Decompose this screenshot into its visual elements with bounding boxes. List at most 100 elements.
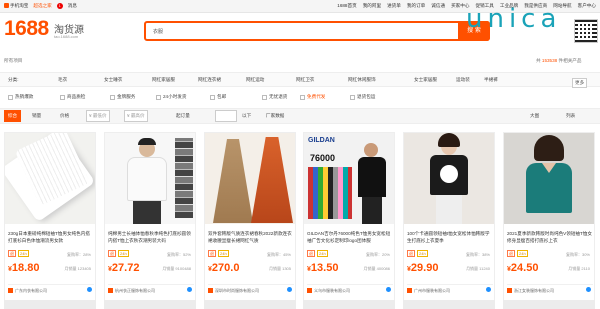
top-nav-link[interactable]: 客户中心 [578, 3, 596, 9]
product-card[interactable]: 纯棉男士长袖体恤春秋季纯色打底衫圆领内搭T恤上衣秋衣潮男装大码退 24h 复购率：5… [104, 132, 196, 309]
chat-icon[interactable] [486, 287, 491, 292]
view-list-button[interactable]: 列表 [566, 113, 575, 119]
checkbox-icon [156, 94, 161, 100]
sort-min-order[interactable]: 起订量 [176, 113, 190, 119]
price-value: 29.90 [410, 262, 439, 274]
chat-icon[interactable] [287, 287, 292, 292]
mobile-taobao-link[interactable]: 手机淘宝 [4, 3, 28, 9]
next-row-card [204, 300, 296, 309]
store-name[interactable]: 浙江女装服饰有限公司 [507, 284, 593, 294]
product-image[interactable] [404, 133, 494, 224]
breadcrumb[interactable]: 所有项目 [4, 58, 22, 64]
top-nav-link[interactable]: 我的阿里 [363, 3, 381, 9]
product-card[interactable]: 双件套韩版气质连衣裙春秋2022新款连衣裙收腰显瘦长裙网红气质退 24h 复购率：4… [204, 132, 296, 309]
view-grid-button[interactable]: 大图 [530, 113, 539, 119]
category-item[interactable]: 网红休闲服饰 [348, 77, 376, 83]
service-badge: 退 [407, 250, 415, 257]
product-title[interactable]: 纯棉男士长袖体恤春秋季纯色打底衫圆领内搭T恤上衣秋衣潮男装大码 [108, 230, 194, 244]
category-item[interactable]: 毛衣 [58, 77, 67, 83]
service-badge: 24h [18, 250, 29, 257]
notification-badge: 1 [56, 3, 63, 9]
filter-checkbox[interactable]: 退货包运 [350, 94, 375, 100]
chat-icon[interactable] [386, 287, 391, 292]
product-image[interactable] [5, 133, 95, 224]
service-badge: 退 [8, 250, 16, 257]
filter-label: 无忧退货 [269, 94, 288, 99]
unica-watermark: unica [466, 4, 561, 34]
category-item[interactable]: 半裙裤 [484, 77, 498, 83]
product-title[interactable]: 230g日本重磅纯棉短袖T恤男女纯色内搭打底衫白色体恤潮流男女款 [8, 230, 94, 244]
price-value: 13.50 [310, 262, 339, 274]
product-image[interactable]: GILDAN 76000 [304, 133, 394, 224]
category-item[interactable]: 女士睡衣 [104, 77, 122, 83]
min-order-input[interactable] [215, 110, 237, 122]
store-icon [507, 288, 512, 294]
store-name[interactable]: 广州市服装有限公司 [407, 284, 493, 294]
gildan-logo: GILDAN [308, 137, 335, 144]
sort-from-label: 以下 [242, 113, 252, 118]
price-min-input[interactable]: ¥ 最低价 [86, 110, 110, 122]
checkbox-icon [210, 94, 215, 100]
category-item[interactable]: 运动装 [456, 77, 470, 83]
monthly-sales: 月销量 2110 [568, 266, 590, 271]
category-item[interactable]: 网红卫衣 [296, 77, 314, 83]
category-item[interactable]: 网红连衣裙 [198, 77, 221, 83]
checkbox-icon [60, 94, 65, 100]
search-input[interactable]: 衣服 [153, 28, 163, 35]
product-card[interactable]: 100个卡通圆领短袖t恤女宽松体恤韩版学生打底衫上衣夏季退 24h 复购率：38% ¥… [403, 132, 495, 309]
monthly-sales: 月销量 11240 [466, 266, 490, 271]
more-button[interactable]: 更多 [572, 78, 588, 88]
store-name[interactable]: 深圳市时尚服饰有限公司 [208, 284, 294, 294]
sort-price[interactable]: 价格 [60, 113, 69, 119]
chat-icon[interactable] [187, 287, 192, 292]
filter-checkbox[interactable]: 商品质检 [60, 94, 85, 100]
category-item[interactable]: 女士家居服 [414, 77, 437, 83]
store-name[interactable]: 义乌市服装有限公司 [307, 284, 393, 294]
filter-checkbox[interactable]: 热销爆款 [8, 94, 33, 100]
product-image[interactable] [205, 133, 295, 224]
service-badge: 24h [317, 250, 328, 257]
filter-checkbox[interactable]: 包邮 [210, 94, 226, 100]
logo-url: tao.1688.com [54, 34, 79, 39]
top-nav-link[interactable]: 我的订单 [407, 3, 425, 9]
product-title[interactable]: 2021夏季新款韩版时尚纯色V领短袖T恤女修身显瘦百搭打底衫上衣 [507, 230, 593, 244]
filter-checkbox[interactable]: 金牌服务 [110, 94, 135, 100]
product-image[interactable] [105, 133, 195, 224]
store-name[interactable]: 杭州衣正服饰有限公司 [108, 284, 194, 294]
top-nav-link[interactable]: 1688首页 [337, 3, 356, 9]
result-count-suffix: 件相关产品 [558, 58, 582, 63]
chat-icon[interactable] [87, 287, 92, 292]
monthly-sales: 月销量 1305 [268, 266, 291, 271]
chat-icon[interactable] [586, 287, 591, 292]
top-nav-link[interactable]: 诚信通 [431, 3, 445, 9]
search-box[interactable] [144, 21, 490, 41]
next-row-card [303, 300, 395, 309]
filter-checkbox[interactable]: 无忧退货 [262, 94, 287, 100]
logo-1688[interactable]: 1688 [4, 17, 49, 41]
store-name[interactable]: 广东内衣有限公司 [8, 284, 94, 294]
product-title[interactable]: 100个卡通圆领短袖t恤女宽松体恤韩版学生打底衫上衣夏季 [407, 230, 493, 244]
category-item[interactable]: 网红家居服 [152, 77, 175, 83]
product-card[interactable]: 2021夏季新款韩版时尚纯色V领短袖T恤女修身显瘦百搭打底衫上衣退 24h 复购率：… [503, 132, 595, 309]
home-link[interactable]: 超选之家 [33, 3, 51, 9]
filter-checkbox[interactable]: 免费代发 [300, 94, 325, 100]
sort-seller[interactable]: 厂家数据 [266, 113, 284, 119]
product-title[interactable]: GILDAN吉尔丹76000纯色T恤男女宽松短袖广告文化衫定制印logo团体服 [307, 230, 393, 244]
category-item[interactable]: 网红运动 [246, 77, 264, 83]
repurchase-rate: 复购率：30% [565, 252, 590, 257]
product-card[interactable]: 230g日本重磅纯棉短袖T恤男女纯色内搭打底衫白色体恤潮流男女款退 24h 复购率：… [4, 132, 96, 309]
filter-checkbox[interactable]: 24小时发货 [156, 94, 187, 100]
product-price: ¥18.80 [8, 262, 39, 274]
product-badges: 退 24h [8, 250, 29, 257]
repurchase-rate: 复购率：52% [166, 252, 191, 257]
sort-sales[interactable]: 销量 [32, 113, 41, 119]
price-max-input[interactable]: ¥ 最高价 [124, 110, 148, 122]
sort-all-button[interactable]: 综合 [4, 110, 21, 122]
product-title[interactable]: 双件套韩版气质连衣裙春秋2022新款连衣裙收腰显瘦长裙网红气质 [208, 230, 294, 244]
top-nav-link[interactable]: 进货单 [387, 3, 401, 9]
product-card[interactable]: GILDAN 76000 GILDAN吉尔丹76000纯色T恤男女宽松短袖广告文化衫… [303, 132, 395, 309]
message-link[interactable]: 消息 [68, 3, 77, 9]
service-badge: 退 [208, 250, 216, 257]
product-image[interactable] [504, 133, 594, 224]
price-value: 24.50 [510, 262, 539, 274]
